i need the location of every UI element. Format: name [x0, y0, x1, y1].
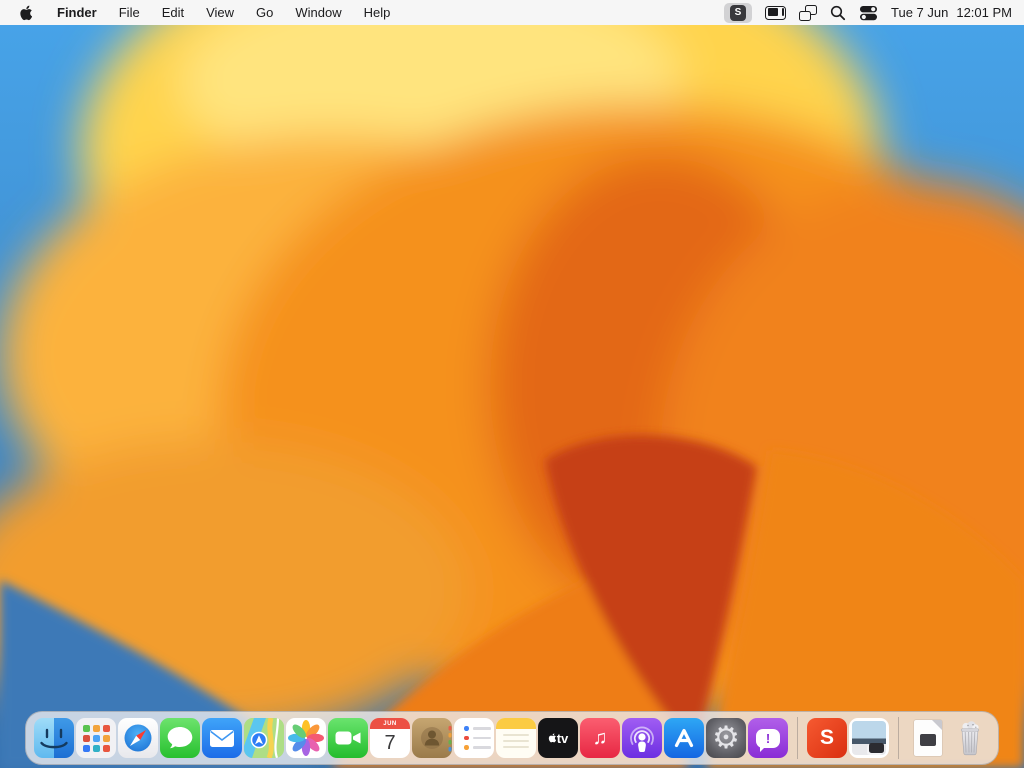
calendar-month-label: JUN	[370, 718, 410, 729]
dock-item-trash[interactable]	[950, 718, 990, 758]
dock-divider	[898, 717, 899, 759]
menu-bar-left: Finder File Edit View Go Window Help	[0, 0, 401, 25]
dock-item-feedback-assistant[interactable]: !	[748, 718, 788, 758]
apple-menu[interactable]	[0, 0, 46, 25]
screen-mirroring-icon[interactable]	[765, 5, 786, 20]
camera-badge-icon	[869, 743, 884, 753]
dock-divider	[797, 717, 798, 759]
notes-body	[496, 729, 536, 758]
reminders-row	[464, 726, 491, 731]
s-app-status-item[interactable]: S	[724, 2, 752, 23]
dock-item-tv[interactable]: tv	[538, 718, 578, 758]
screen-mirroring-fill	[767, 8, 778, 16]
music-note-icon: ♫	[592, 727, 608, 749]
mail-icon	[210, 730, 234, 747]
desktop-wallpaper	[0, 25, 1024, 768]
notes-header	[496, 718, 536, 729]
dock-item-reminders[interactable]	[454, 718, 494, 758]
calendar-day-label: 7	[384, 732, 396, 754]
messages-icon	[167, 727, 193, 749]
clock-time: 12:01 PM	[956, 5, 1012, 20]
menu-edit[interactable]: Edit	[151, 5, 195, 20]
safari-icon	[124, 724, 152, 752]
tv-label: tv	[556, 730, 569, 746]
reminders-row	[464, 745, 491, 750]
app-store-icon	[674, 728, 694, 748]
reminders-row	[464, 735, 491, 741]
dock-item-s-app[interactable]: S	[807, 718, 847, 758]
facetime-icon	[335, 731, 361, 745]
window-front	[799, 10, 811, 21]
dock-item-contacts[interactable]	[412, 718, 452, 758]
dock-item-system-settings[interactable]: ⚙	[706, 718, 746, 758]
feedback-bubble-icon: !	[756, 728, 780, 752]
dock-item-photos[interactable]	[286, 718, 326, 758]
tv-apple-logo-icon	[548, 733, 556, 743]
menu-bar-status: S Tue 7 Jun 12:01 PM	[724, 0, 1024, 25]
menu-bar: Finder File Edit View Go Window Help S T…	[0, 0, 1024, 25]
dock-item-calendar[interactable]: JUN 7	[370, 718, 410, 758]
trash-full-icon	[960, 721, 980, 756]
dock: JUN 7 tv ♫ ⚙ ! S	[25, 711, 999, 765]
menu-bar-clock[interactable]: Tue 7 Jun 12:01 PM	[891, 5, 1012, 20]
control-center-icon[interactable]	[859, 5, 878, 21]
dock-item-mail[interactable]	[202, 718, 242, 758]
apple-logo-icon	[20, 5, 32, 20]
dock-item-podcasts[interactable]	[622, 718, 662, 758]
podcasts-icon	[630, 726, 654, 752]
document-preview	[920, 734, 936, 746]
document-page-icon	[914, 720, 942, 756]
s-app-letter: S	[819, 726, 834, 749]
dock-item-safari[interactable]	[118, 718, 158, 758]
desktop-screen: Finder File Edit View Go Window Help S T…	[0, 0, 1024, 768]
contacts-icon	[421, 726, 452, 752]
launchpad-icon	[82, 724, 110, 752]
gear-icon: ⚙	[712, 719, 740, 756]
feedback-exclamation: !	[765, 730, 771, 746]
finder-icon	[34, 718, 74, 758]
dock-item-messages[interactable]	[160, 718, 200, 758]
clock-date: Tue 7 Jun	[891, 5, 949, 20]
photos-icon	[288, 720, 324, 756]
dock-item-app-store[interactable]	[664, 718, 704, 758]
menu-go[interactable]: Go	[245, 5, 284, 20]
dock-item-maps[interactable]	[244, 718, 284, 758]
stacked-windows-icon[interactable]	[799, 4, 817, 21]
dock-item-document[interactable]	[908, 718, 948, 758]
dock-item-notes[interactable]	[496, 718, 536, 758]
dock-item-finder[interactable]	[34, 718, 74, 758]
s-app-status-icon: S	[730, 4, 746, 21]
menu-view[interactable]: View	[195, 5, 245, 20]
menu-help[interactable]: Help	[353, 5, 402, 20]
dock-item-music[interactable]: ♫	[580, 718, 620, 758]
maps-icon	[244, 718, 284, 758]
menu-file[interactable]: File	[108, 5, 151, 20]
spotlight-search-icon[interactable]	[830, 5, 846, 21]
dock-item-launchpad[interactable]	[76, 718, 116, 758]
menu-window[interactable]: Window	[284, 5, 352, 20]
photo-thumbnail-icon	[852, 721, 886, 755]
dock-item-facetime[interactable]	[328, 718, 368, 758]
menu-app-name[interactable]: Finder	[46, 5, 108, 20]
screen-mirroring-bar	[781, 8, 784, 16]
dock-item-photo-file[interactable]	[849, 718, 889, 758]
